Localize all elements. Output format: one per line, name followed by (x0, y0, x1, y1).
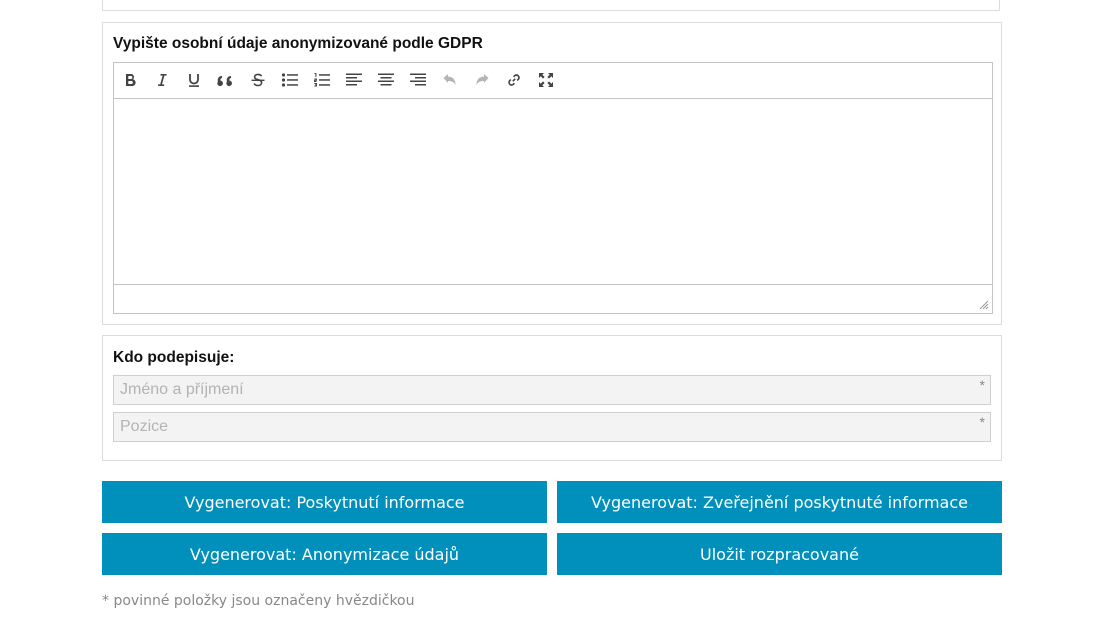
align-right-icon (410, 73, 426, 86)
editor-statusbar (114, 284, 992, 313)
strikethrough-icon (251, 73, 265, 87)
align-left-button[interactable] (341, 68, 367, 92)
numbered-list-button[interactable] (309, 68, 335, 92)
generate-anonymization-button[interactable]: Vygenerovat: Anonymizace údajů (102, 533, 547, 575)
editor-toolbar (114, 63, 992, 99)
bold-button[interactable] (117, 68, 143, 92)
gdpr-panel-title: Vypište osobní údaje anonymizované podle… (113, 35, 483, 52)
fullscreen-icon (539, 73, 553, 87)
bulleted-list-icon (281, 73, 298, 87)
signer-panel: Kdo podepisuje: * * (102, 335, 1002, 461)
quote-icon (217, 75, 232, 87)
redo-button[interactable] (469, 68, 495, 92)
required-mark: * (979, 414, 985, 430)
rich-text-editor (113, 62, 993, 314)
underline-button[interactable] (181, 68, 207, 92)
blockquote-button[interactable] (213, 68, 239, 92)
link-icon (508, 74, 520, 86)
page: Vypište osobní údaje anonymizované podle… (0, 0, 1115, 628)
bold-icon (126, 74, 136, 87)
numbered-list-icon (314, 73, 330, 87)
position-input[interactable] (114, 413, 990, 441)
italic-button[interactable] (149, 68, 175, 92)
required-fields-note: * povinné položky jsou označeny hvězdičk… (102, 593, 415, 609)
undo-icon (443, 74, 456, 85)
align-center-icon (378, 73, 394, 86)
resize-handle-icon[interactable] (979, 300, 989, 310)
bulleted-list-button[interactable] (277, 68, 303, 92)
generate-publication-button[interactable]: Vygenerovat: Zveřejnění poskytnuté infor… (557, 481, 1002, 523)
name-field-wrapper: * (113, 375, 991, 405)
position-field-wrapper: * (113, 412, 991, 442)
name-input[interactable] (114, 376, 990, 404)
signer-panel-title: Kdo podepisuje: (113, 349, 235, 366)
align-center-button[interactable] (373, 68, 399, 92)
italic-icon (158, 74, 167, 86)
align-right-button[interactable] (405, 68, 431, 92)
underline-icon (189, 74, 199, 87)
undo-button[interactable] (437, 68, 463, 92)
editor-content-area[interactable] (114, 99, 992, 284)
previous-panel-bottom (102, 0, 1000, 11)
generate-provision-button[interactable]: Vygenerovat: Poskytnutí informace (102, 481, 547, 523)
link-button[interactable] (501, 68, 527, 92)
required-mark: * (979, 377, 985, 393)
align-left-icon (346, 73, 362, 86)
save-draft-button[interactable]: Uložit rozpracované (557, 533, 1002, 575)
fullscreen-button[interactable] (533, 68, 559, 92)
gdpr-panel: Vypište osobní údaje anonymizované podle… (102, 22, 1002, 325)
strikethrough-button[interactable] (245, 68, 271, 92)
redo-icon (476, 74, 489, 85)
